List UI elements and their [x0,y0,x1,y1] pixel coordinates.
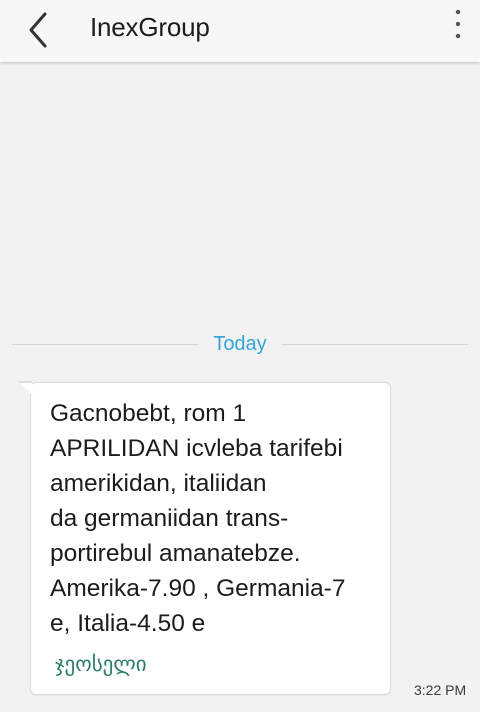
message-line: APRILIDAN icvleba tarifebi [50,435,343,462]
bubble-tail-fill [20,383,32,395]
message-timestamp: 3:22 PM [414,682,467,698]
app-bar: InexGroup [0,0,480,62]
message-signature: ჯეოსელი [55,652,147,676]
divider-line-right [280,343,468,345]
back-button[interactable] [14,6,62,54]
overflow-menu-button[interactable] [438,6,478,46]
message-line: e, Italia-4.50 e [50,610,206,637]
chevron-left-icon [26,10,50,50]
message-line: da germaniidan trans- [50,505,289,532]
conversation-title: InexGroup [90,12,210,42]
date-divider: Today [12,330,468,358]
date-label: Today [213,332,267,355]
message-line: Gacnobebt, rom 1 [50,400,247,427]
divider-line-left [12,343,200,345]
message-line: Amerika-7.90 , Germania-7 [50,575,346,602]
more-vertical-icon [455,9,461,44]
message-line: portirebul amanatebze. [50,540,301,567]
message-text: Gacnobebt, rom 1 APRILIDAN icvleba tarif… [50,396,380,641]
message-line: amerikidan, italiidan [50,470,267,497]
